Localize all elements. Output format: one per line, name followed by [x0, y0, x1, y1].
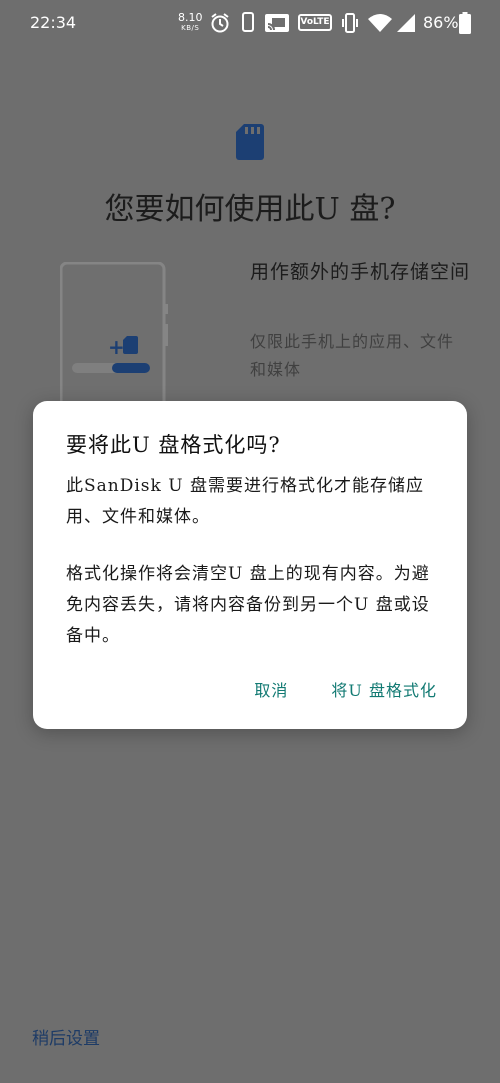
- vibrate-icon: [342, 13, 358, 33]
- cellular-signal-icon: [397, 14, 415, 32]
- dialog-body: 此SanDisk U 盘需要进行格式化才能存储应用、文件和媒体。 格式化操作将会…: [66, 471, 446, 652]
- format-button[interactable]: 将U 盘格式化: [331, 677, 437, 701]
- dialog-body-paragraph-2: 格式化操作将会清空U 盘上的现有内容。为避免内容丢失，请将内容备份到另一个U 盘…: [66, 564, 430, 646]
- option-title[interactable]: 用作额外的手机存储空间: [250, 257, 470, 287]
- alarm-icon: [211, 13, 229, 33]
- battery-percent: 86%: [423, 13, 459, 32]
- phone-outline-icon: [242, 12, 254, 32]
- cancel-button[interactable]: 取消: [254, 677, 288, 701]
- sd-card-icon: [236, 124, 264, 160]
- svg-text:+: +: [108, 335, 125, 359]
- phone-illustration: +: [60, 262, 168, 412]
- net-speed: 8.10 KB/S: [178, 12, 203, 34]
- page-title: 您要如何使用此U 盘?: [104, 192, 396, 227]
- status-time: 22:34: [30, 13, 77, 32]
- battery-icon: [459, 12, 471, 34]
- format-dialog: 要将此U 盘格式化吗? 此SanDisk U 盘需要进行格式化才能存储应用、文件…: [33, 401, 467, 729]
- volte-icon: VoLTE: [298, 14, 332, 31]
- option-description: 仅限此手机上的应用、文件和媒体: [250, 332, 455, 379]
- dialog-actions: 取消 将U 盘格式化: [254, 677, 437, 703]
- setup-later-link[interactable]: 稍后设置: [32, 1024, 100, 1049]
- net-speed-unit: KB/S: [181, 24, 200, 32]
- wifi-icon: [368, 14, 392, 32]
- status-bar: 22:34 8.10 KB/S VoLTE 86%: [0, 0, 500, 48]
- dialog-title: 要将此U 盘格式化吗?: [66, 433, 281, 457]
- screen: 22:34 8.10 KB/S VoLTE 86% 您要如何使用此U 盘? + …: [0, 0, 500, 1083]
- cast-icon: [265, 14, 289, 32]
- dialog-body-paragraph-1: 此SanDisk U 盘需要进行格式化才能存储应用、文件和媒体。: [66, 476, 424, 527]
